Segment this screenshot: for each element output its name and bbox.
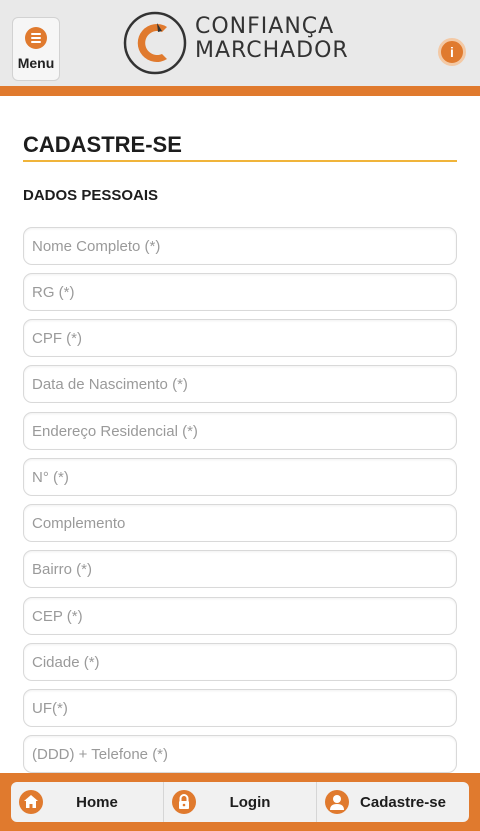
brand-logo[interactable]: CONFIANÇA MARCHADOR [122, 10, 372, 76]
city-field[interactable] [23, 643, 457, 681]
tab-signup[interactable]: Cadastre-se [317, 782, 469, 822]
neighborhood-input[interactable] [32, 560, 456, 578]
tab-home[interactable]: Home [11, 782, 164, 822]
section-title: DADOS PESSOAIS [23, 187, 159, 204]
app-header: Menu CONFIANÇA MARCHADOR i [0, 0, 480, 86]
tab-login-label: Login [229, 793, 271, 811]
address-field[interactable] [23, 412, 457, 450]
brand-name: CONFIANÇA MARCHADOR [195, 15, 380, 63]
birth-date-field[interactable] [23, 365, 457, 403]
tab-login[interactable]: Login [164, 782, 317, 822]
bottom-nav: Home Login Cadastre-se [0, 773, 480, 831]
menu-button[interactable]: Menu [12, 17, 60, 81]
cep-input[interactable] [32, 607, 456, 625]
neighborhood-field[interactable] [23, 550, 457, 588]
header-accent-bar [0, 86, 480, 96]
city-input[interactable] [32, 653, 456, 671]
brand-line-1: CONFIANÇA [195, 14, 335, 39]
phone-field[interactable] [23, 735, 457, 773]
title-divider [23, 160, 457, 162]
page-title: CADASTRE-SE [23, 132, 182, 157]
number-input[interactable] [32, 468, 456, 486]
brand-line-2: MARCHADOR [195, 38, 349, 63]
menu-label: Menu [17, 55, 55, 71]
cep-field[interactable] [23, 597, 457, 635]
complement-field[interactable] [23, 504, 457, 542]
info-button[interactable]: i [438, 38, 466, 66]
complement-input[interactable] [32, 514, 456, 532]
full-name-field[interactable] [23, 227, 457, 265]
state-input[interactable] [32, 699, 456, 717]
phone-input[interactable] [32, 745, 456, 763]
full-name-input[interactable] [32, 237, 456, 255]
cpf-field[interactable] [23, 319, 457, 357]
number-field[interactable] [23, 458, 457, 496]
bottom-nav-bar: Home Login Cadastre-se [11, 782, 469, 822]
rg-field[interactable] [23, 273, 457, 311]
state-field[interactable] [23, 689, 457, 727]
cpf-input[interactable] [32, 329, 456, 347]
tab-signup-label: Cadastre-se [360, 793, 446, 811]
logo-mark-icon [123, 11, 187, 75]
rg-input[interactable] [32, 283, 456, 301]
address-input[interactable] [32, 422, 456, 440]
tab-home-label: Home [76, 793, 118, 811]
hamburger-icon [25, 27, 47, 49]
info-icon: i [450, 44, 454, 60]
birth-date-input[interactable] [32, 375, 456, 393]
